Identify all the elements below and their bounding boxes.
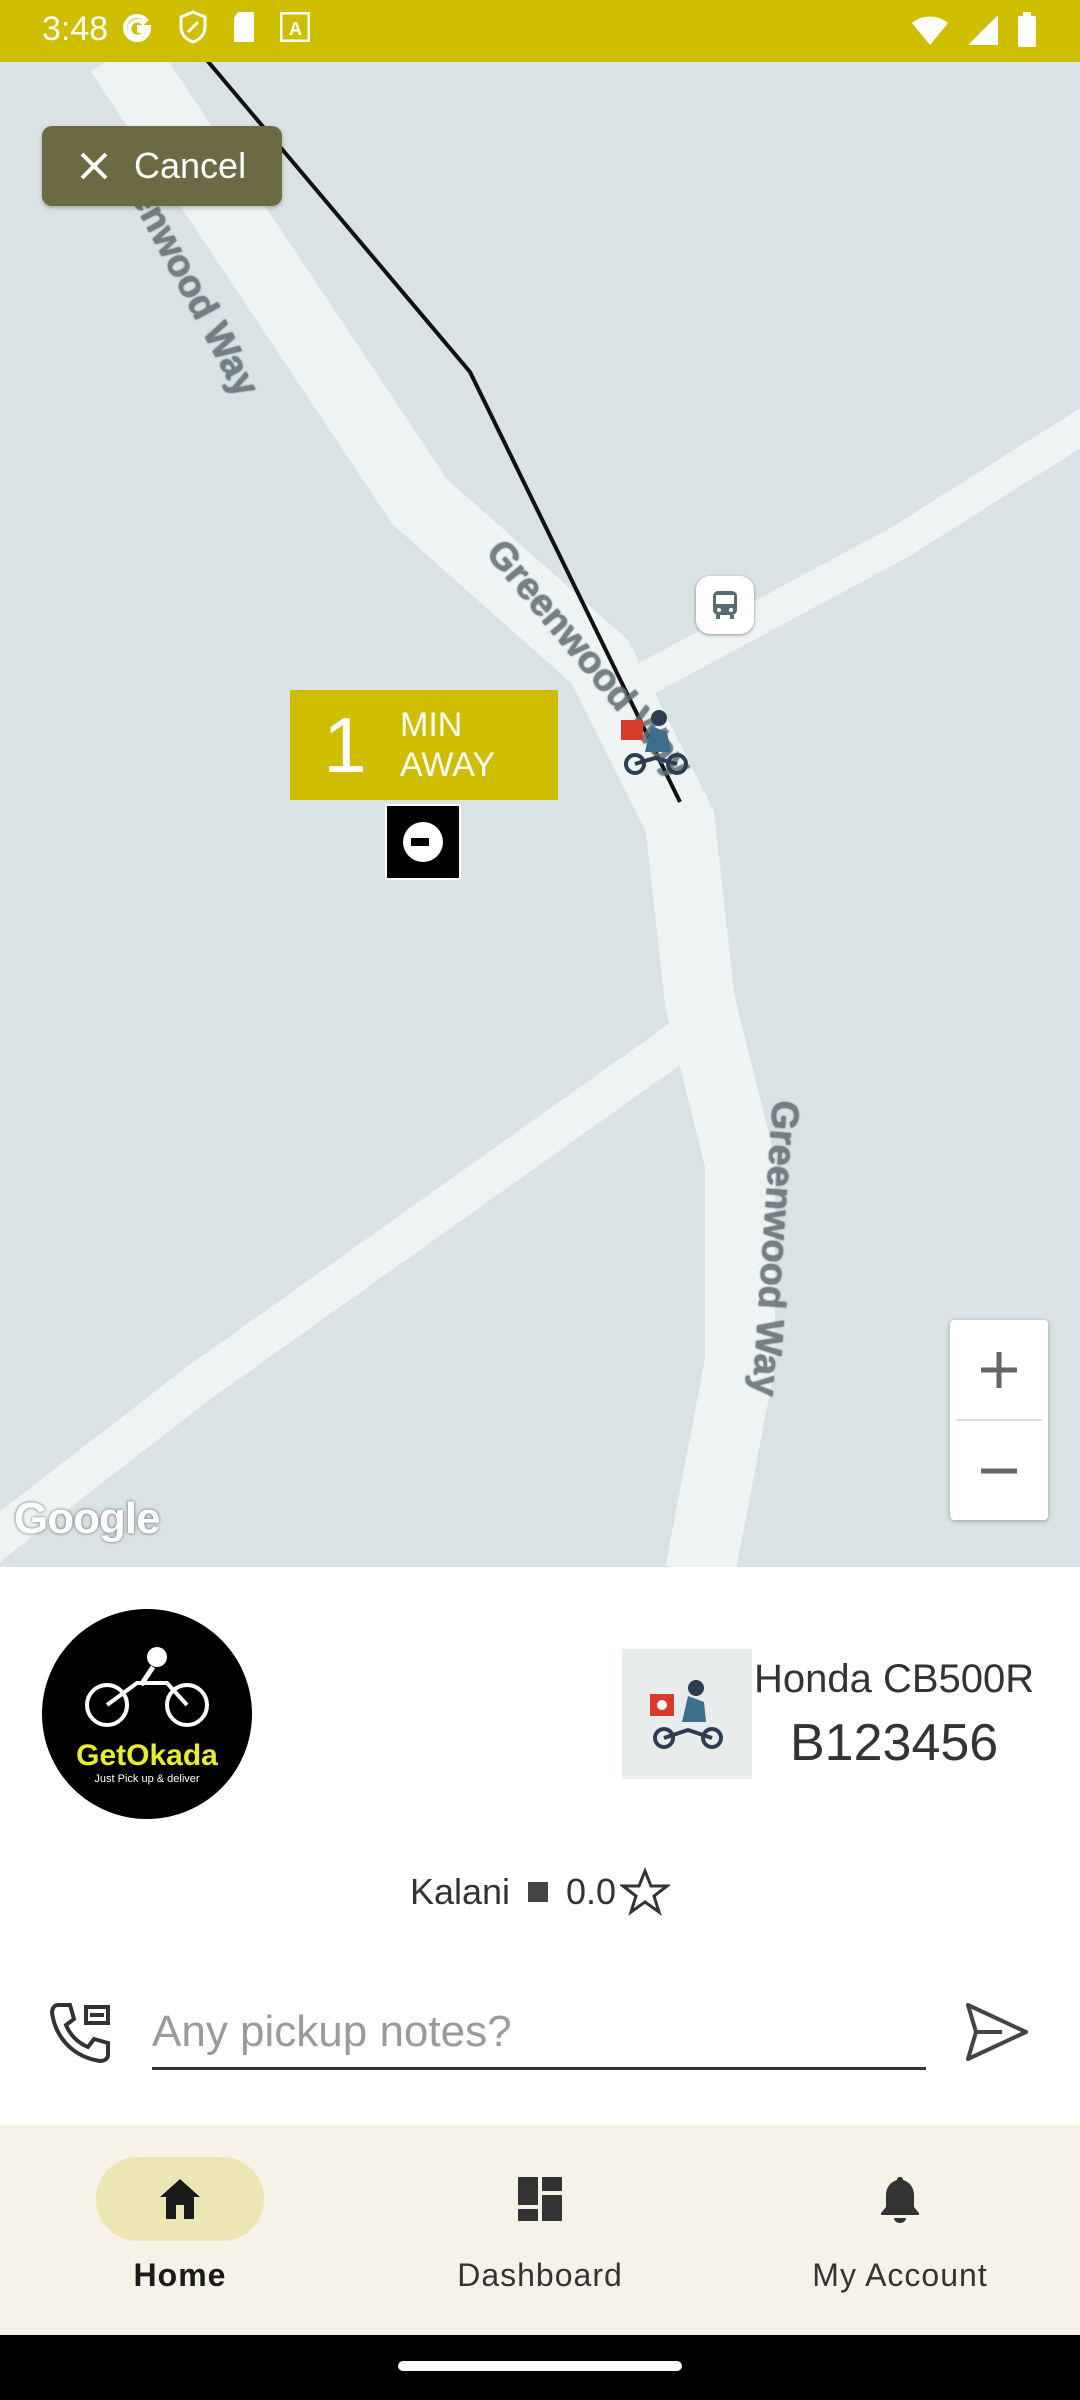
map-roads (0, 62, 1080, 1567)
dashboard-icon (518, 2177, 562, 2221)
logo-brand: GetOkada (76, 1739, 218, 1772)
plate-number: B123456 (790, 1714, 999, 1772)
bottom-navigation: Home Dashboard My Account (0, 2125, 1080, 2335)
nav-home[interactable]: Home (0, 2157, 360, 2307)
pickup-notes-row (0, 1977, 1080, 2087)
nav-home-label: Home (133, 2257, 227, 2293)
wifi-icon (912, 16, 948, 45)
status-system-icons (910, 12, 1038, 48)
font-icon: A (280, 12, 310, 42)
google-icon (123, 14, 152, 42)
pickup-notes-input[interactable] (152, 1997, 926, 2070)
svg-text:A: A (289, 19, 302, 39)
driver-info: Kalani 0.0 (0, 1867, 1080, 1917)
separator-square (528, 1882, 549, 1902)
vehicle-image (622, 1649, 752, 1779)
status-time: 3:48 (42, 10, 109, 48)
nav-dashboard-label: Dashboard (457, 2257, 623, 2293)
vehicle-model: Honda CB500R (754, 1657, 1035, 1701)
rider-marker-icon (615, 702, 695, 782)
nav-dashboard[interactable]: Dashboard (360, 2157, 720, 2307)
nav-my-account-indicator (816, 2157, 984, 2241)
eta-badge: 1 MIN AWAY (290, 690, 558, 800)
star-icon (620, 1867, 671, 1916)
zoom-controls (950, 1320, 1048, 1520)
nav-home-indicator (96, 2157, 264, 2241)
nav-my-account[interactable]: My Account (720, 2157, 1080, 2307)
home-icon (160, 2179, 200, 2219)
cancel-button[interactable]: Cancel (42, 126, 282, 206)
nav-my-account-label: My Account (812, 2257, 988, 2293)
send-icon (966, 2003, 1028, 2061)
bell-icon (881, 2177, 919, 2223)
eta-suffix: AWAY (400, 746, 496, 784)
shield-icon (179, 10, 207, 44)
zoom-in-button[interactable] (950, 1320, 1048, 1419)
eta-number: 1 (323, 700, 367, 789)
pickup-pin-icon (385, 804, 461, 880)
driver-name: Kalani (409, 1871, 511, 1912)
motorbike-logo-icon (85, 1647, 209, 1727)
sd-card-icon (234, 12, 254, 42)
call-button[interactable] (46, 1997, 116, 2072)
status-notification-icons: A (122, 10, 310, 44)
driver-rating: 0.0 (566, 1871, 617, 1912)
send-button[interactable] (962, 1997, 1032, 2072)
map-view[interactable]: Greenwood Way Greenwood Way Greenwood Wa… (0, 62, 1080, 1567)
google-attribution: Google (14, 1494, 161, 1543)
close-icon (64, 136, 124, 196)
phone-icon (49, 2003, 110, 2064)
company-logo: GetOkada Just Pick up & deliver (42, 1609, 252, 1819)
eta-unit: MIN (400, 706, 463, 744)
cancel-label: Cancel (134, 145, 247, 186)
trip-info-sheet: GetOkada Just Pick up & deliver Honda CB… (0, 1567, 1080, 2125)
status-bar: 3:48 A (0, 0, 1080, 62)
logo-tagline: Just Pick up & deliver (94, 1773, 200, 1785)
zoom-out-button[interactable] (950, 1421, 1048, 1520)
gesture-bar (0, 2335, 1080, 2400)
home-handle[interactable] (398, 2361, 682, 2371)
signal-icon (968, 15, 998, 45)
scooter-icon (650, 1680, 723, 1749)
nav-dashboard-indicator (456, 2157, 624, 2241)
battery-icon (1018, 12, 1036, 47)
bus-stop-icon[interactable] (696, 576, 754, 634)
